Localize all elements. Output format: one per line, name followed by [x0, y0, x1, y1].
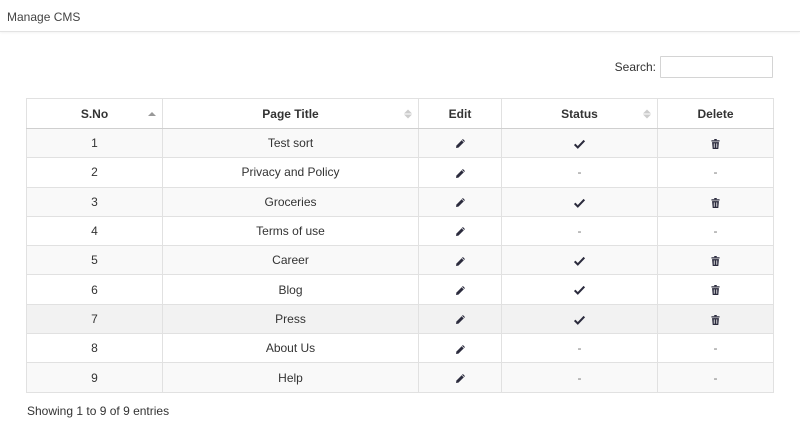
check-icon[interactable] — [573, 139, 586, 149]
column-header-status[interactable]: Status — [501, 98, 658, 129]
cell-page-title: About Us — [162, 333, 419, 364]
cell-status — [501, 186, 658, 217]
search-input[interactable] — [660, 56, 773, 78]
pencil-icon[interactable] — [455, 226, 466, 237]
table-row: 9 Help - - — [26, 362, 774, 393]
cell-sno: 9 — [26, 362, 163, 393]
trash-icon[interactable] — [711, 197, 720, 208]
cell-edit — [418, 215, 502, 247]
cell-status: - — [501, 333, 658, 364]
search-bar: Search: — [615, 56, 773, 78]
cell-edit — [418, 303, 502, 335]
check-icon[interactable] — [573, 256, 586, 267]
table-header-row: S.No Page Title Edit Status Delete — [26, 98, 774, 129]
trash-icon[interactable] — [711, 314, 720, 325]
cell-sno: 6 — [26, 274, 163, 305]
table-row: 2 Privacy and Policy - - — [26, 157, 774, 188]
cell-sno: 4 — [26, 215, 163, 247]
page-title: Manage CMS — [7, 10, 81, 24]
pencil-icon[interactable] — [455, 256, 466, 267]
table-info: Showing 1 to 9 of 9 entries — [27, 404, 170, 418]
table-row: 3 Groceries — [26, 186, 774, 217]
cell-status — [501, 303, 658, 335]
sort-both-icon — [643, 109, 651, 118]
trash-icon[interactable] — [711, 285, 720, 296]
cell-delete — [657, 303, 774, 335]
table-row: 4 Terms of use - - — [26, 215, 774, 247]
cell-page-title: Privacy and Policy — [162, 157, 419, 188]
cell-edit — [418, 333, 502, 364]
cell-edit — [418, 274, 502, 305]
cell-edit — [418, 157, 502, 188]
status-empty: - — [577, 370, 582, 385]
pencil-icon[interactable] — [455, 138, 466, 149]
pencil-icon[interactable] — [455, 197, 466, 208]
trash-icon[interactable] — [711, 138, 720, 149]
cell-edit — [418, 245, 502, 276]
cell-status: - — [501, 215, 658, 247]
delete-empty: - — [713, 224, 718, 239]
cell-sno: 2 — [26, 157, 163, 188]
cell-sno: 8 — [26, 333, 163, 364]
cell-status — [501, 274, 658, 305]
cell-page-title: Test sort — [162, 127, 419, 159]
table-row: 1 Test sort — [26, 127, 774, 159]
cell-sno: 1 — [26, 127, 163, 159]
cell-page-title: Groceries — [162, 186, 419, 217]
cell-page-title: Help — [162, 362, 419, 393]
cell-page-title: Career — [162, 245, 419, 276]
cell-edit — [418, 127, 502, 159]
cell-page-title: Terms of use — [162, 215, 419, 247]
status-empty: - — [577, 341, 582, 356]
cell-delete: - — [657, 333, 774, 364]
delete-empty: - — [713, 165, 718, 180]
table-body: 1 Test sort 2 Privacy and Policy - - 3 Grocerie… — [26, 127, 774, 393]
sort-both-icon — [404, 109, 412, 118]
cell-status — [501, 245, 658, 276]
cell-status: - — [501, 362, 658, 393]
cell-page-title: Blog — [162, 274, 419, 305]
cell-delete: - — [657, 215, 774, 247]
cell-status — [501, 127, 658, 159]
cell-delete — [657, 274, 774, 305]
check-icon[interactable] — [573, 198, 586, 208]
cell-delete — [657, 127, 774, 159]
check-icon[interactable] — [573, 315, 586, 325]
cell-edit — [418, 186, 502, 217]
pencil-icon[interactable] — [455, 285, 466, 296]
sort-asc-icon — [148, 111, 156, 116]
table-row: 8 About Us - - — [26, 333, 774, 364]
delete-empty: - — [713, 341, 718, 356]
status-empty: - — [577, 165, 582, 180]
status-empty: - — [577, 224, 582, 239]
trash-icon[interactable] — [711, 256, 720, 267]
pencil-icon[interactable] — [455, 373, 466, 384]
cell-page-title: Press — [162, 303, 419, 335]
page-header: Manage CMS — [0, 0, 800, 32]
check-icon[interactable] — [573, 285, 586, 296]
search-label: Search: — [614, 60, 656, 74]
pencil-icon[interactable] — [455, 314, 466, 325]
pencil-icon[interactable] — [455, 344, 466, 355]
cell-delete: - — [657, 157, 774, 188]
cell-delete: - — [657, 362, 774, 393]
cell-delete — [657, 245, 774, 276]
delete-empty: - — [713, 370, 718, 385]
table-row: 5 Career — [26, 245, 774, 276]
cell-status: - — [501, 157, 658, 188]
cell-delete — [657, 186, 774, 217]
column-header-sno[interactable]: S.No — [26, 98, 163, 129]
cell-sno: 3 — [26, 186, 163, 217]
column-header-edit: Edit — [418, 98, 502, 129]
table-row: 6 Blog — [26, 274, 774, 305]
table-row: 7 Press — [26, 303, 774, 335]
cell-edit — [418, 362, 502, 393]
pencil-icon[interactable] — [455, 168, 466, 179]
cms-table: S.No Page Title Edit Status Delete 1 Test… — [26, 98, 774, 393]
cell-sno: 5 — [26, 245, 163, 276]
cell-sno: 7 — [26, 303, 163, 335]
column-header-delete: Delete — [657, 98, 774, 129]
column-header-page-title[interactable]: Page Title — [162, 98, 419, 129]
